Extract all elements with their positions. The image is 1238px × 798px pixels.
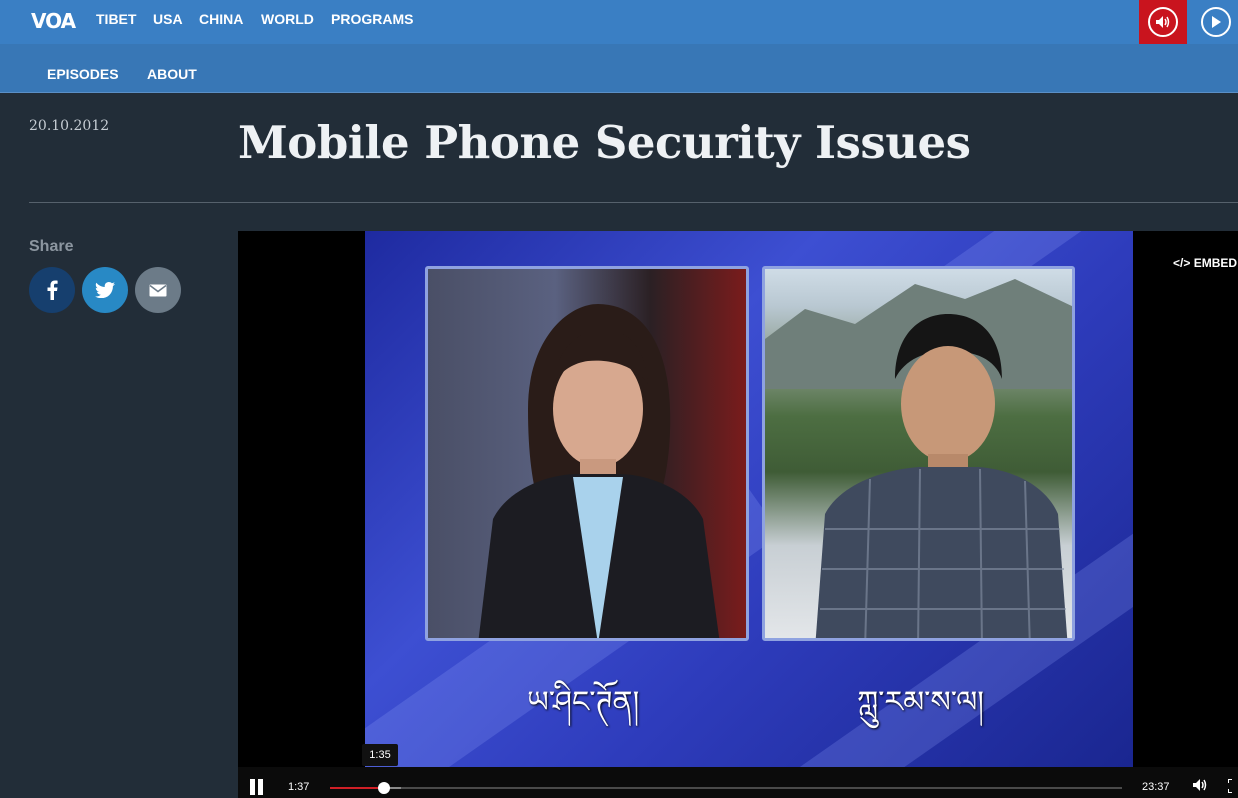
speaker-icon [1148,7,1178,37]
audio-button[interactable] [1139,0,1187,44]
player-controls: 1:37 23:37 [238,767,1238,798]
subnav-about[interactable]: ABOUT [147,66,197,82]
embed-label: EMBED [1193,256,1238,270]
facebook-icon [47,280,58,300]
progress-track[interactable] [330,782,1122,794]
fullscreen-icon [1227,778,1232,794]
host-figure [478,304,720,638]
nav-world[interactable]: WORLD [261,11,314,27]
guest-video-panel [762,266,1075,641]
video-frame: ཡ་ཤིང་ཊོན། ཀླུ་རམ་ས་ལ། [365,231,1133,767]
subnav-episodes[interactable]: EPISODES [47,66,119,82]
top-nav: VOA TIBET USA CHINA WORLD PROGRAMS [0,0,1238,44]
share-email-button[interactable] [135,267,181,313]
email-icon [149,284,167,296]
voa-logo[interactable]: VOA [31,9,76,33]
nav-tibet[interactable]: TIBET [96,11,136,27]
current-time: 1:37 [288,781,310,793]
pause-icon [250,779,255,795]
scrub-handle[interactable] [378,782,391,794]
code-icon: </> [1173,256,1191,270]
volume-icon [1193,779,1207,791]
host-video-panel [425,266,749,641]
share-twitter-button[interactable] [82,267,128,313]
play-icon [1200,7,1231,37]
share-label: Share [29,238,74,255]
pause-button[interactable] [250,779,266,795]
duration: 23:37 [1142,781,1170,793]
guest-name-caption: ཀླུ་རམ་ས་ལ། [857,685,984,720]
video-player[interactable]: ཡ་ཤིང་ཊོན། ཀླུ་རམ་ས་ལ། </> EMBED 1:35 1:… [238,231,1238,798]
embed-button[interactable]: </> EMBED [1173,256,1237,270]
nav-usa[interactable]: USA [153,11,183,27]
video-button[interactable] [1193,0,1238,44]
nav-china[interactable]: CHINA [199,11,243,27]
share-facebook-button[interactable] [29,267,75,313]
progress-fill [330,787,385,789]
publish-date: 20.10.2012 [29,118,110,134]
volume-button[interactable] [1192,778,1208,797]
page-title: Mobile Phone Security Issues [238,116,971,169]
pause-icon [258,779,263,795]
twitter-icon [95,282,115,298]
fullscreen-button[interactable] [1227,778,1238,798]
seek-time-tooltip: 1:35 [362,744,398,766]
host-name-caption: ཡ་ཤིང་ཊོན། [527,685,640,720]
divider [29,202,1238,203]
guest-figure [815,314,1068,638]
sub-nav: EPISODES ABOUT [0,44,1238,93]
nav-programs[interactable]: PROGRAMS [331,11,413,27]
